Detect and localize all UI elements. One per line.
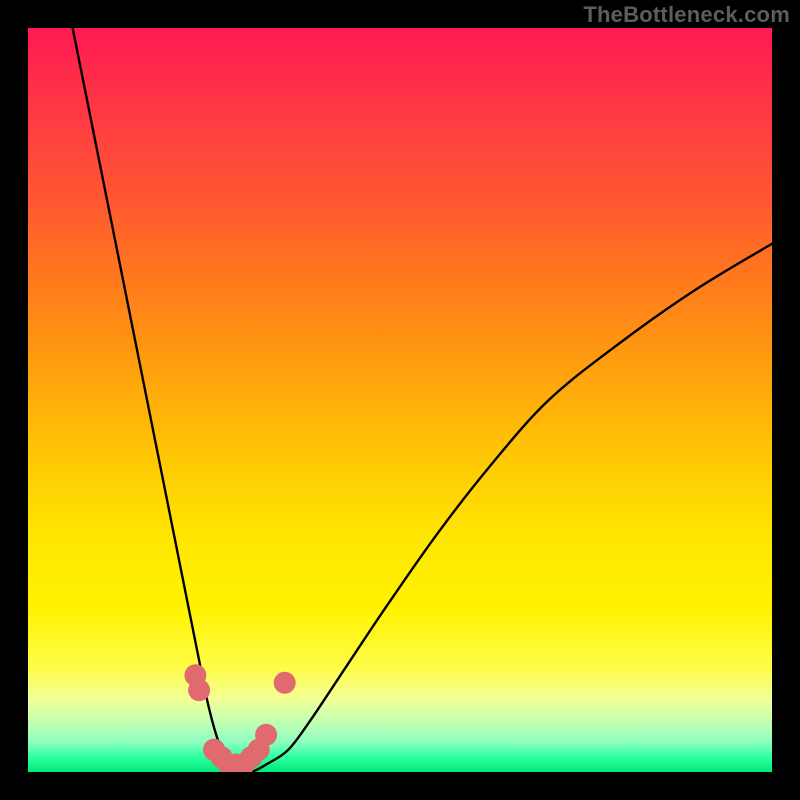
curve-svg: [28, 28, 772, 772]
watermark-text: TheBottleneck.com: [583, 2, 790, 28]
curve-marker: [188, 679, 210, 701]
plot-area: [28, 28, 772, 772]
curve-marker: [255, 724, 277, 746]
chart-frame: TheBottleneck.com: [0, 0, 800, 800]
bottleneck-curve: [73, 28, 772, 772]
curve-marker: [274, 672, 296, 694]
